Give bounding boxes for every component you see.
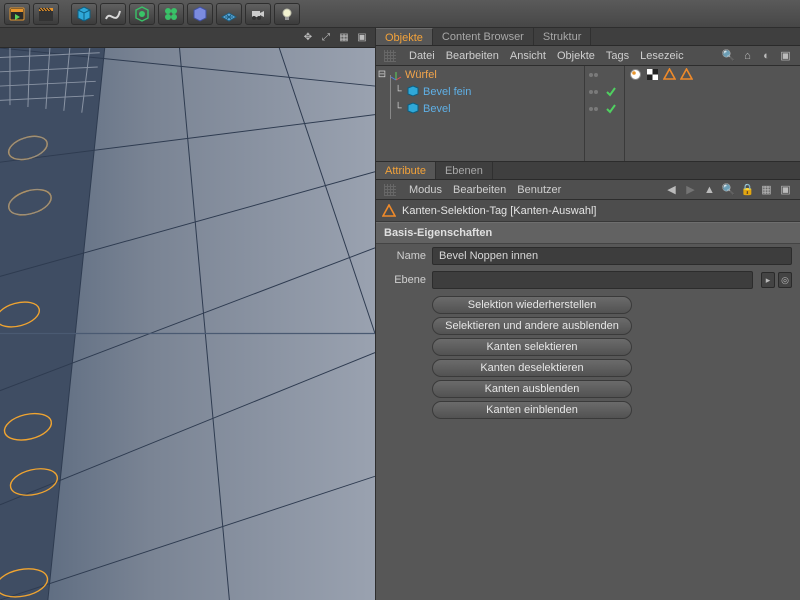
- tab-content-browser[interactable]: Content Browser: [433, 28, 534, 45]
- btn-select-hide-others[interactable]: Selektieren und andere ausblenden: [432, 317, 632, 335]
- viewport-grid-icon[interactable]: ▦: [337, 31, 351, 45]
- tool-floor-icon[interactable]: [216, 3, 242, 25]
- selection-title: Kanten-Selektion-Tag [Kanten-Auswahl]: [402, 205, 596, 217]
- attr-max-icon[interactable]: ▣: [779, 183, 792, 196]
- panel-search-icon[interactable]: 🔍: [722, 49, 735, 62]
- viewport[interactable]: ✥ ⤢ ▦ ▣: [0, 28, 376, 600]
- tool-record-icon[interactable]: [4, 3, 30, 25]
- menu-datei[interactable]: Datei: [409, 50, 435, 62]
- enable-check-icon[interactable]: [602, 83, 619, 100]
- tool-light-icon[interactable]: [274, 3, 300, 25]
- enable-check-icon[interactable]: [602, 100, 619, 117]
- menu-lesezeichen[interactable]: Lesezeic: [640, 50, 683, 62]
- tree-label: Bevel: [423, 103, 451, 115]
- viewport-scale-icon[interactable]: ⤢: [319, 31, 333, 45]
- menu-benutzer[interactable]: Benutzer: [517, 184, 561, 196]
- tool-clapper-icon[interactable]: [33, 3, 59, 25]
- action-buttons: Selektion wiederherstellen Selektieren u…: [376, 292, 800, 427]
- field-name: Name: [376, 244, 800, 268]
- vis-toggle[interactable]: [585, 100, 602, 117]
- tool-camera-icon[interactable]: [245, 3, 271, 25]
- field-ebene: Ebene ▸ ◎: [376, 268, 800, 292]
- btn-deselect-edges[interactable]: Kanten deselektieren: [432, 359, 632, 377]
- attribute-body: Kanten-Selektion-Tag [Kanten-Auswahl] Ba…: [376, 200, 800, 600]
- tree-item-bevel-fein[interactable]: └ Bevel fein: [376, 83, 584, 100]
- vis-toggle[interactable]: [585, 83, 602, 100]
- menu-objekte[interactable]: Objekte: [557, 50, 595, 62]
- label-ebene: Ebene: [384, 274, 426, 286]
- tab-attribute[interactable]: Attribute: [376, 162, 436, 179]
- viewport-max-icon[interactable]: ▣: [355, 31, 369, 45]
- btn-hide-edges[interactable]: Kanten ausblenden: [432, 380, 632, 398]
- viewport-move-icon[interactable]: ✥: [301, 31, 315, 45]
- tool-sds-icon[interactable]: [129, 3, 155, 25]
- btn-restore-selection[interactable]: Selektion wiederherstellen: [432, 296, 632, 314]
- tool-spline-icon[interactable]: [100, 3, 126, 25]
- object-tree[interactable]: ⊟ Würfel └ Bevel fein └ Bevel: [376, 66, 800, 162]
- attribute-tabs: Attribute Ebenen: [376, 162, 800, 180]
- nav-back-icon[interactable]: ◀: [665, 183, 678, 196]
- tool-cube-icon[interactable]: [71, 3, 97, 25]
- input-ebene[interactable]: [432, 271, 753, 289]
- phong-tag-icon[interactable]: [629, 68, 642, 81]
- tab-struktur[interactable]: Struktur: [534, 28, 592, 45]
- menu-modus[interactable]: Modus: [409, 184, 442, 196]
- menu-bearbeiten2[interactable]: Bearbeiten: [453, 184, 506, 196]
- btn-show-edges[interactable]: Kanten einblenden: [432, 401, 632, 419]
- layer-menu-icon[interactable]: ▸: [761, 272, 775, 288]
- lock-icon[interactable]: 🔒: [741, 183, 754, 196]
- menu-ansicht[interactable]: Ansicht: [510, 50, 546, 62]
- vis-toggle[interactable]: [585, 66, 602, 83]
- input-name[interactable]: [432, 247, 792, 265]
- tree-item-wuerfel[interactable]: ⊟ Würfel: [376, 66, 584, 83]
- tool-array-icon[interactable]: [158, 3, 184, 25]
- attribute-menu: Modus Bearbeiten Benutzer ◀ ▶ ▲ 🔍 🔒 ▦ ▣: [376, 180, 800, 200]
- attr-search-icon[interactable]: 🔍: [722, 183, 735, 196]
- tab-objekte[interactable]: Objekte: [376, 28, 433, 45]
- selection-title-bar: Kanten-Selektion-Tag [Kanten-Auswahl]: [376, 200, 800, 222]
- main-toolbar: [0, 0, 800, 28]
- nav-fwd-icon[interactable]: ▶: [684, 183, 697, 196]
- object-panel-tabs: Objekte Content Browser Struktur: [376, 28, 800, 46]
- new-window-icon[interactable]: ▦: [760, 183, 773, 196]
- collapse-icon[interactable]: ⊟: [376, 69, 388, 80]
- viewport-canvas[interactable]: [0, 48, 375, 600]
- warning-icon: [382, 204, 396, 218]
- section-basis: Basis-Eigenschaften: [376, 222, 800, 244]
- edge-sel-tag-icon[interactable]: [663, 68, 676, 81]
- texture-tag-icon[interactable]: [646, 68, 659, 81]
- panel-max-icon[interactable]: ▣: [779, 49, 792, 62]
- tree-label: Bevel fein: [423, 86, 471, 98]
- panel-grip-icon[interactable]: [384, 50, 396, 62]
- tree-item-bevel[interactable]: └ Bevel: [376, 100, 584, 117]
- menu-tags[interactable]: Tags: [606, 50, 629, 62]
- panel-home-icon[interactable]: ⌂: [741, 49, 754, 62]
- menu-bearbeiten[interactable]: Bearbeiten: [446, 50, 499, 62]
- object-panel-menu: Datei Bearbeiten Ansicht Objekte Tags Le…: [376, 46, 800, 66]
- tab-ebenen[interactable]: Ebenen: [436, 162, 493, 179]
- edge-sel-tag-icon[interactable]: [680, 68, 693, 81]
- bevel-icon: [407, 85, 420, 98]
- btn-select-edges[interactable]: Kanten selektieren: [432, 338, 632, 356]
- bevel-icon: [407, 102, 420, 115]
- tags-row: [625, 66, 800, 83]
- layer-target-icon[interactable]: ◎: [778, 272, 792, 288]
- axis-icon: [390, 68, 403, 81]
- panel-grip-icon[interactable]: [384, 184, 396, 196]
- viewport-header: ✥ ⤢ ▦ ▣: [0, 28, 375, 48]
- label-name: Name: [384, 250, 426, 262]
- tree-label: Würfel: [405, 69, 437, 81]
- nav-up-icon[interactable]: ▲: [703, 183, 716, 196]
- panel-eye-icon[interactable]: ◐: [760, 49, 773, 62]
- tool-boole-icon[interactable]: [187, 3, 213, 25]
